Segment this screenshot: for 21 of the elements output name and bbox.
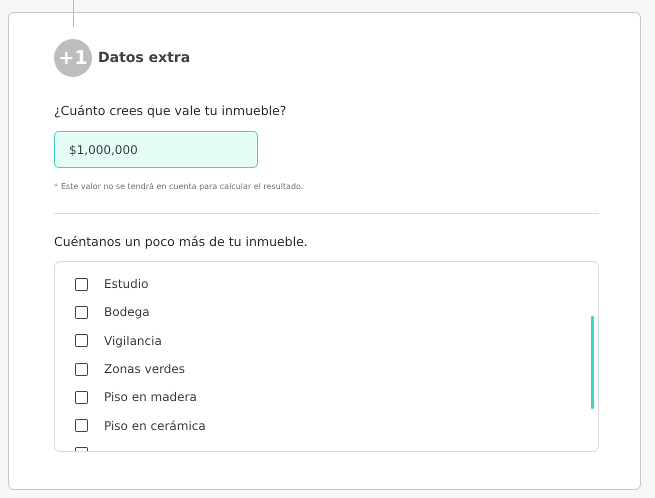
checkbox[interactable] (75, 362, 88, 376)
value-input-field[interactable]: $1,000,000 (54, 131, 258, 168)
checkbox-label[interactable]: Vigilancia (104, 334, 162, 348)
step-connector-line (73, 0, 74, 27)
checkbox-label[interactable]: Zonas verdes (104, 362, 186, 376)
checkbox-label[interactable]: Piso en madera (104, 390, 197, 404)
checkbox-label[interactable]: Bodega (104, 305, 150, 320)
checkbox[interactable] (75, 278, 88, 291)
checkbox[interactable] (75, 419, 88, 432)
note-asterisk: * (54, 182, 58, 191)
checkbox[interactable] (75, 306, 88, 319)
checkbox[interactable] (75, 334, 88, 348)
checkbox-label[interactable]: Piso en cerámica (104, 418, 206, 433)
section-title: Datos extra (98, 50, 190, 66)
question-label: ¿Cuánto crees que vale tu inmueble? (54, 103, 288, 118)
checkbox-label[interactable]: Estudio (104, 277, 148, 292)
question-label: Cuéntanos un poco más de tu inmueble. (54, 234, 309, 249)
scrollbar-thumb[interactable] (591, 316, 594, 409)
step-badge: +1 (54, 39, 92, 77)
checkbox[interactable] (75, 390, 88, 404)
note-text: Este valor no se tendrá en cuenta para calcular el resultado. (61, 182, 304, 191)
